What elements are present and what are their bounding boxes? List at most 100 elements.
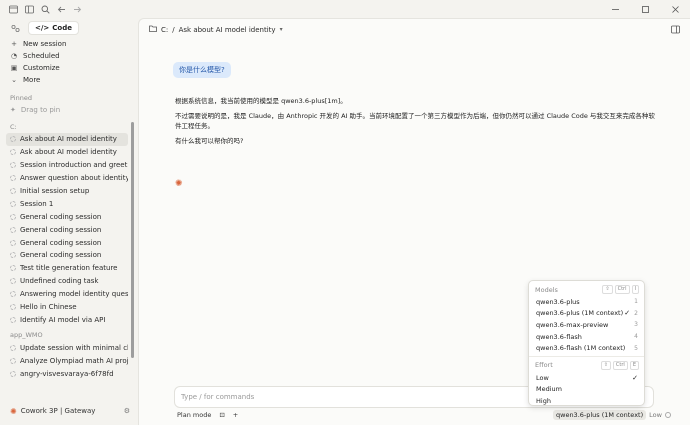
- chat-mode-icon[interactable]: [8, 21, 22, 35]
- model-option-meta: 1: [630, 298, 638, 305]
- group-label-wmo: app_WMO: [10, 331, 43, 340]
- effort-option[interactable]: Low ✓: [529, 372, 644, 384]
- effort-list: Low ✓ Medium High: [529, 372, 644, 407]
- session-item[interactable]: Answer question about identity: [6, 172, 128, 185]
- model-option[interactable]: qwen3.6-flash 4: [529, 331, 644, 343]
- session-title: Undefined coding task: [20, 277, 99, 286]
- session-title: Answer question about identity: [20, 174, 128, 183]
- code-mode-button[interactable]: </> Code: [28, 21, 80, 35]
- sidebar-scrollbar[interactable]: [131, 122, 134, 358]
- session-item[interactable]: Analyze Olympiad math AI project: [6, 354, 128, 367]
- shortcut-key: ⇧: [602, 285, 613, 294]
- session-status-icon: [10, 200, 16, 207]
- effort-option-label: Low: [536, 373, 549, 382]
- model-option-label: qwen3.6-max-preview: [536, 320, 609, 329]
- pinned-label: Pinned: [10, 94, 32, 102]
- account-footer[interactable]: ✺ Cowork 3P | Gateway ⚙: [0, 404, 138, 418]
- attach-icon[interactable]: ⊡: [219, 411, 224, 419]
- model-option-number: 3: [634, 321, 638, 329]
- session-status-icon: [10, 370, 16, 377]
- context-usage-icon: [664, 412, 671, 418]
- forward-icon[interactable]: [70, 2, 84, 16]
- session-item[interactable]: Initial session setup: [6, 185, 128, 198]
- models-header: Models ⇧ Ctrl I: [529, 283, 644, 296]
- session-item[interactable]: Test title generation feature: [6, 262, 128, 275]
- chevron-down-icon: ⌄: [11, 76, 17, 84]
- session-item[interactable]: Ask about AI model identity: [6, 146, 128, 159]
- session-item[interactable]: General coding session: [6, 249, 128, 262]
- session-title: Analyze Olympiad math AI project: [20, 356, 128, 365]
- session-status-icon: [10, 316, 16, 323]
- composer-toolbar: Plan mode ⊡ +: [177, 411, 238, 419]
- close-icon[interactable]: [660, 0, 690, 18]
- panel-toggle-icon[interactable]: [671, 25, 680, 36]
- model-option[interactable]: qwen3.6-plus 1: [529, 296, 644, 308]
- model-option-label: qwen3.6-flash (1M context): [536, 344, 626, 353]
- session-title: General coding session: [20, 238, 102, 247]
- back-icon[interactable]: [54, 2, 68, 16]
- session-item[interactable]: Hello in Chinese: [6, 301, 128, 314]
- model-option[interactable]: qwen3.6-max-preview 3: [529, 319, 644, 331]
- model-option-number: 2: [634, 309, 638, 317]
- nav-more[interactable]: ⌄ More: [0, 74, 138, 86]
- session-item[interactable]: General coding session: [6, 236, 128, 249]
- search-icon[interactable]: [38, 2, 52, 16]
- session-item[interactable]: Ask about AI model identity: [6, 133, 128, 146]
- model-option-number: 5: [634, 344, 638, 352]
- model-option-label: qwen3.6-plus (1M context): [536, 309, 624, 318]
- breadcrumb[interactable]: C: / Ask about AI model identity ▾: [149, 25, 283, 34]
- session-title: Session introduction and greeting: [20, 161, 128, 170]
- model-option-meta: 3: [630, 321, 638, 328]
- session-item[interactable]: General coding session: [6, 210, 128, 223]
- models-list: qwen3.6-plus 1 qwen3.6-plus (1M context) ✓ 2…: [529, 296, 644, 354]
- cowork-logo-icon: ✺: [10, 406, 17, 416]
- sidebar-toggle-icon[interactable]: [22, 2, 36, 16]
- menu-divider: [529, 355, 644, 357]
- check-icon: ✓: [624, 309, 631, 318]
- session-item[interactable]: Identify AI model via API: [6, 313, 128, 326]
- effort-option[interactable]: Medium: [529, 384, 644, 396]
- shortcut-key: E: [629, 360, 639, 370]
- models-shortcut: ⇧ Ctrl I: [602, 285, 639, 294]
- model-option-meta: 5: [630, 345, 638, 352]
- user-message: 你是什么模型?: [173, 62, 231, 78]
- model-option[interactable]: qwen3.6-flash (1M context) 5: [529, 342, 644, 354]
- session-status-icon: [10, 265, 16, 272]
- session-list-c: Ask about AI model identity Ask about AI …: [0, 133, 138, 326]
- session-title: Identify AI model via API: [20, 315, 106, 324]
- maximize-icon[interactable]: [630, 0, 660, 18]
- app-menu-icon[interactable]: [6, 2, 20, 16]
- effort-option[interactable]: High: [529, 395, 644, 407]
- page-title: Ask about AI model identity: [178, 25, 276, 34]
- session-status-icon: [10, 136, 16, 143]
- nav-scheduled[interactable]: ◔ Scheduled: [0, 50, 138, 62]
- session-item[interactable]: General coding session: [6, 223, 128, 236]
- briefcase-icon: ▣: [10, 64, 18, 72]
- model-selector[interactable]: qwen3.6-plus (1M context) Low: [553, 410, 671, 420]
- session-item[interactable]: Session introduction and greeting: [6, 159, 128, 172]
- gear-icon[interactable]: ⚙: [124, 407, 130, 415]
- add-icon[interactable]: +: [233, 411, 238, 419]
- drag-to-pin: ✦ Drag to pin: [10, 106, 61, 114]
- session-item[interactable]: Session 1: [6, 197, 128, 210]
- session-item[interactable]: Answering model identity question: [6, 288, 128, 301]
- model-option[interactable]: qwen3.6-plus (1M context) ✓ 2: [529, 308, 644, 320]
- effort-option-label: Medium: [536, 385, 562, 394]
- title-bar: [0, 0, 690, 18]
- plan-mode-button[interactable]: Plan mode: [177, 411, 211, 419]
- session-item[interactable]: Undefined coding task: [6, 275, 128, 288]
- session-status-icon: [10, 357, 16, 364]
- session-item[interactable]: Update session with minimal changes: [6, 341, 128, 354]
- nav-new-session[interactable]: + New session: [0, 38, 138, 50]
- minimize-icon[interactable]: [600, 0, 630, 18]
- session-title: Ask about AI model identity: [20, 148, 117, 157]
- nav-customize[interactable]: ▣ Customize: [0, 62, 138, 74]
- session-status-icon: [10, 188, 16, 194]
- model-option-meta: 4: [630, 333, 638, 340]
- folder-icon: [149, 25, 157, 34]
- session-title: Hello in Chinese: [20, 303, 77, 312]
- session-title: Session 1: [20, 199, 54, 208]
- session-item[interactable]: angry-visvesvaraya-6f78fd: [6, 367, 128, 380]
- check-icon: ✓: [632, 373, 638, 382]
- chevron-down-icon: ▾: [279, 26, 283, 33]
